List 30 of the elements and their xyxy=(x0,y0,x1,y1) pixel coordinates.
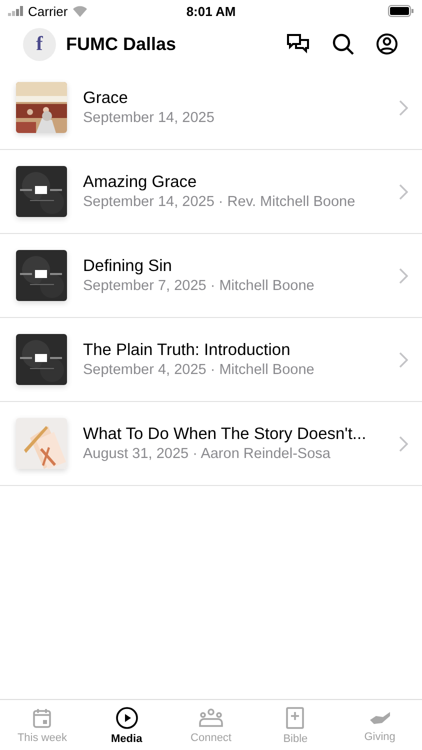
media-details: September 14, 2025 xyxy=(83,110,216,126)
calendar-icon xyxy=(31,706,54,728)
media-title[interactable]: Amazing Grace xyxy=(83,173,399,192)
media-title[interactable]: What To Do When The Story Doesn't... xyxy=(83,425,399,444)
media-title[interactable]: The Plain Truth: Introduction xyxy=(83,341,399,360)
chevron-icon[interactable] xyxy=(399,268,408,284)
media-details: September 7, 2025 · Mitchell Boone xyxy=(83,278,316,294)
status-time: 8:01 AM xyxy=(186,4,236,18)
chat-icon[interactable] xyxy=(286,33,310,55)
battery-icon xyxy=(388,5,414,17)
search-icon[interactable] xyxy=(332,33,354,55)
church-logo: f xyxy=(23,28,56,60)
wifi-icon xyxy=(72,5,88,17)
play-icon xyxy=(114,706,139,730)
carrier-label: Carrier xyxy=(28,4,68,18)
bible-icon xyxy=(285,706,306,730)
profile-icon[interactable] xyxy=(376,33,398,55)
chevron-icon[interactable] xyxy=(399,184,408,200)
media-title[interactable]: Grace xyxy=(83,89,399,108)
media-title[interactable]: Defining Sin xyxy=(83,257,399,276)
app-title: FUMC Dallas xyxy=(66,34,178,54)
chevron-icon[interactable] xyxy=(399,352,408,368)
media-details: September 4, 2025 · Mitchell Boone xyxy=(83,362,316,378)
media-details: August 31, 2025 · Aaron Reindel-Sosa xyxy=(83,446,332,462)
chevron-icon[interactable] xyxy=(399,436,408,452)
tab-item[interactable]: Media xyxy=(84,700,169,750)
media-details: September 14, 2025 · Rev. Mitchell Boone xyxy=(83,194,356,210)
people-icon xyxy=(198,706,224,728)
signal-icon xyxy=(8,6,24,16)
chevron-icon[interactable] xyxy=(399,100,408,116)
